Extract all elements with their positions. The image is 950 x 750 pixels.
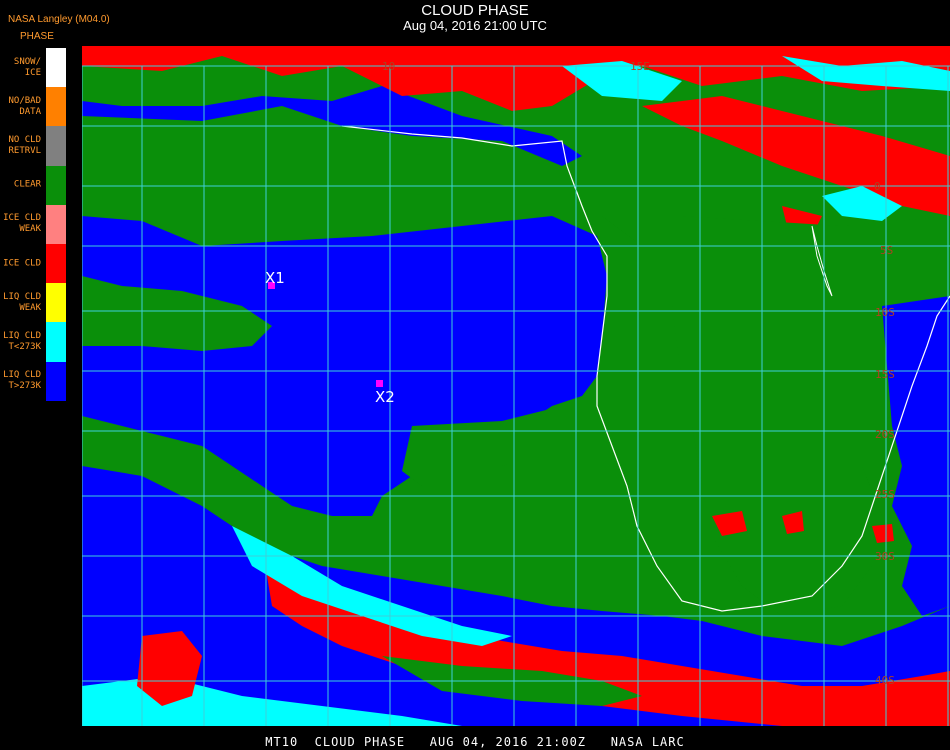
legend-swatch xyxy=(46,48,66,88)
map-subtitle: Aug 04, 2016 21:00 UTC xyxy=(403,18,547,33)
legend-item-liq-cld-weak: LIQ CLD WEAK xyxy=(0,283,66,323)
cloud-phase-map[interactable]: 10 15E 0 5S 10S 15S 20S 25S 30S 40S X1 X… xyxy=(82,46,950,726)
legend: SNOW/ ICE NO/BAD DATA NO CLD RETRVL CLEA… xyxy=(0,48,66,401)
legend-item-clear: CLEAR xyxy=(0,165,66,205)
legend-label: SNOW/ ICE xyxy=(13,56,41,78)
lat-label-10s: 10S xyxy=(875,306,895,319)
legend-label: ICE CLD WEAK xyxy=(3,213,41,235)
legend-swatch xyxy=(46,243,66,284)
legend-swatch xyxy=(46,322,66,362)
lat-label-20s: 20S xyxy=(875,428,895,441)
lon-label-10: 10 xyxy=(382,60,395,73)
legend-swatch xyxy=(46,165,66,205)
lat-label-15s: 15S xyxy=(875,368,895,381)
legend-label: ICE CLD xyxy=(3,258,41,269)
map-canvas: 10 15E 0 5S 10S 15S 20S 25S 30S 40S X1 X… xyxy=(82,46,950,726)
marker-x1-label: X1 xyxy=(265,269,285,287)
legend-swatch xyxy=(46,126,66,166)
legend-swatch xyxy=(46,283,66,323)
legend-item-no-cld-retrvl: NO CLD RETRVL xyxy=(0,126,66,166)
lat-label-0: 0 xyxy=(874,180,881,193)
map-title: CLOUD PHASE xyxy=(421,2,529,19)
legend-swatch xyxy=(46,361,66,401)
legend-label: LIQ CLD T<273K xyxy=(3,330,41,352)
legend-label: CLEAR xyxy=(13,179,41,190)
lon-label-15e: 15E xyxy=(630,60,650,73)
lat-label-5s: 5S xyxy=(880,244,893,257)
legend-item-ice-cld: ICE CLD xyxy=(0,243,66,284)
legend-item-liq-cld-cold: LIQ CLD T<273K xyxy=(0,322,66,362)
marker-x2-label: X2 xyxy=(375,388,395,406)
legend-label: NO/BAD DATA xyxy=(8,95,41,117)
legend-swatch xyxy=(46,204,66,244)
legend-label: NO CLD RETRVL xyxy=(8,134,41,156)
legend-item-liq-cld-warm: LIQ CLD T>273K xyxy=(0,361,66,401)
legend-label: LIQ CLD WEAK xyxy=(3,291,41,313)
marker-x2-dot[interactable] xyxy=(376,380,383,387)
header: NASA Langley (M04.0) PHASE CLOUD PHASE A… xyxy=(0,0,950,46)
lat-label-30s: 30S xyxy=(875,550,895,563)
legend-item-no-bad-data: NO/BAD DATA xyxy=(0,87,66,127)
legend-label: LIQ CLD T>273K xyxy=(3,370,41,392)
lat-label-40s: 40S xyxy=(875,674,895,687)
legend-item-ice-cld-weak: ICE CLD WEAK xyxy=(0,204,66,244)
footer-caption: MT10 CLOUD PHASE AUG 04, 2016 21:00Z NAS… xyxy=(265,735,685,749)
lat-label-25s: 25S xyxy=(875,488,895,501)
legend-swatch xyxy=(46,87,66,127)
legend-item-snow-ice: SNOW/ ICE xyxy=(0,48,66,88)
